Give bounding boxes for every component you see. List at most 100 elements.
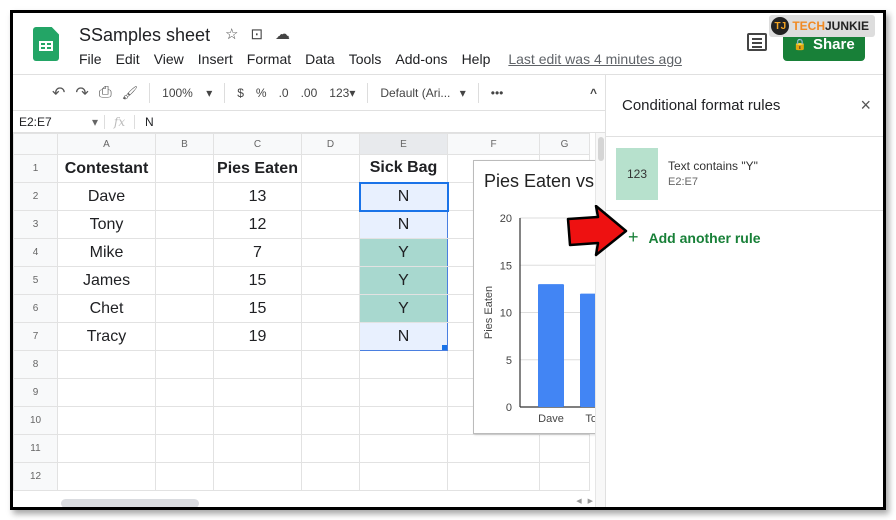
font-select[interactable]: Default (Ari... ▾ — [374, 86, 471, 100]
cell-a10[interactable] — [57, 406, 156, 435]
menu-edit[interactable]: Edit — [116, 51, 140, 67]
menu-format[interactable]: Format — [247, 51, 291, 67]
cell-d1[interactable] — [301, 154, 360, 183]
cell-a8[interactable] — [57, 350, 156, 379]
cell-d2[interactable] — [301, 182, 360, 211]
format-rule-item[interactable]: 123 Text contains "Y" E2:E7 — [606, 137, 883, 211]
row-header[interactable]: 7 — [13, 322, 58, 351]
cell-c5[interactable]: 15 — [213, 266, 302, 295]
sheets-logo-icon[interactable] — [33, 27, 59, 61]
menu-view[interactable]: View — [154, 51, 184, 67]
cell-c4[interactable]: 7 — [213, 238, 302, 267]
cell-e1[interactable]: Sick Bag — [359, 154, 448, 183]
column-header-d[interactable]: D — [301, 133, 360, 155]
cell-g12[interactable] — [539, 462, 590, 491]
menu-file[interactable]: File — [79, 51, 102, 67]
currency-format-button[interactable]: $ — [231, 86, 250, 100]
cell-d4[interactable] — [301, 238, 360, 267]
cell-c8[interactable] — [213, 350, 302, 379]
row-header[interactable]: 9 — [13, 378, 58, 407]
row-header[interactable]: 4 — [13, 238, 58, 267]
cell-b12[interactable] — [155, 462, 214, 491]
menu-data[interactable]: Data — [305, 51, 335, 67]
undo-icon[interactable]: ↶ — [47, 83, 70, 103]
row-header[interactable]: 2 — [13, 182, 58, 211]
cell-b11[interactable] — [155, 434, 214, 463]
row-header[interactable]: 6 — [13, 294, 58, 323]
cell-b8[interactable] — [155, 350, 214, 379]
print-icon[interactable]: ⎙ — [94, 84, 117, 102]
cell-b9[interactable] — [155, 378, 214, 407]
cell-a7[interactable]: Tracy — [57, 322, 156, 351]
cell-c6[interactable]: 15 — [213, 294, 302, 323]
column-header-e[interactable]: E — [359, 133, 448, 155]
decrease-decimal-button[interactable]: .0 — [273, 86, 295, 100]
bar-chart[interactable]: Pies Eaten vs 0 5 10 15 20 Pies Eaten Dave Tor — [473, 160, 613, 434]
cell-a3[interactable]: Tony — [57, 210, 156, 239]
close-icon[interactable]: × — [860, 95, 871, 116]
cell-e3[interactable]: N — [359, 210, 448, 239]
cell-d7[interactable] — [301, 322, 360, 351]
collapse-menus-button[interactable]: ^ — [584, 86, 605, 100]
row-header[interactable]: 10 — [13, 406, 58, 435]
cell-d10[interactable] — [301, 406, 360, 435]
cell-c11[interactable] — [213, 434, 302, 463]
name-box[interactable]: E2:E7 ▾ — [13, 114, 105, 129]
more-formats-button[interactable]: 123▾ — [323, 86, 361, 100]
cell-d11[interactable] — [301, 434, 360, 463]
cell-a5[interactable]: James — [57, 266, 156, 295]
row-header[interactable]: 12 — [13, 462, 58, 491]
cell-a1[interactable]: Contestant — [57, 154, 156, 183]
comment-history-icon[interactable] — [747, 33, 767, 51]
cell-e12[interactable] — [359, 462, 448, 491]
horizontal-scrollbar[interactable]: ◀ ▶ — [57, 497, 595, 507]
document-title[interactable]: SSamples sheet — [79, 25, 210, 46]
cell-d12[interactable] — [301, 462, 360, 491]
cell-b4[interactable] — [155, 238, 214, 267]
scroll-left-icon[interactable]: ◀ — [576, 497, 581, 505]
cell-d9[interactable] — [301, 378, 360, 407]
move-folder-icon[interactable]: ⊡ — [250, 25, 263, 43]
row-header[interactable]: 3 — [13, 210, 58, 239]
row-header[interactable]: 5 — [13, 266, 58, 295]
cell-f11[interactable] — [447, 434, 540, 463]
cell-a6[interactable]: Chet — [57, 294, 156, 323]
star-icon[interactable]: ☆ — [225, 25, 238, 43]
column-header-a[interactable]: A — [57, 133, 156, 155]
zoom-select[interactable]: 100% ▾ — [156, 86, 218, 100]
percent-format-button[interactable]: % — [250, 86, 273, 100]
row-header[interactable]: 11 — [13, 434, 58, 463]
column-header-f[interactable]: F — [447, 133, 540, 155]
cell-a11[interactable] — [57, 434, 156, 463]
increase-decimal-button[interactable]: .00 — [295, 86, 324, 100]
cell-d6[interactable] — [301, 294, 360, 323]
row-header[interactable]: 1 — [13, 154, 58, 183]
vertical-scroll-thumb[interactable] — [598, 137, 604, 161]
cell-b7[interactable] — [155, 322, 214, 351]
cell-e11[interactable] — [359, 434, 448, 463]
cell-e7[interactable]: N — [359, 322, 448, 351]
menu-help[interactable]: Help — [462, 51, 491, 67]
cell-c2[interactable]: 13 — [213, 182, 302, 211]
cloud-saved-icon[interactable]: ☁ — [275, 25, 290, 43]
cell-b10[interactable] — [155, 406, 214, 435]
cell-b1[interactable] — [155, 154, 214, 183]
paint-format-icon[interactable]: 🖌 — [117, 85, 144, 101]
redo-icon[interactable]: ↷ — [70, 83, 93, 103]
cell-d8[interactable] — [301, 350, 360, 379]
cell-d5[interactable] — [301, 266, 360, 295]
column-header-g[interactable]: G — [539, 133, 590, 155]
cell-a2[interactable]: Dave — [57, 182, 156, 211]
cell-e10[interactable] — [359, 406, 448, 435]
cell-f12[interactable] — [447, 462, 540, 491]
cell-c12[interactable] — [213, 462, 302, 491]
row-header[interactable]: 8 — [13, 350, 58, 379]
add-another-rule-button[interactable]: + Add another rule — [606, 211, 883, 248]
menu-tools[interactable]: Tools — [349, 51, 382, 67]
more-options-button[interactable]: ••• — [485, 86, 510, 100]
cell-d3[interactable] — [301, 210, 360, 239]
cell-e2[interactable]: N — [358, 181, 449, 212]
vertical-scrollbar[interactable] — [595, 133, 605, 507]
menu-add-ons[interactable]: Add-ons — [395, 51, 447, 67]
cell-a12[interactable] — [57, 462, 156, 491]
